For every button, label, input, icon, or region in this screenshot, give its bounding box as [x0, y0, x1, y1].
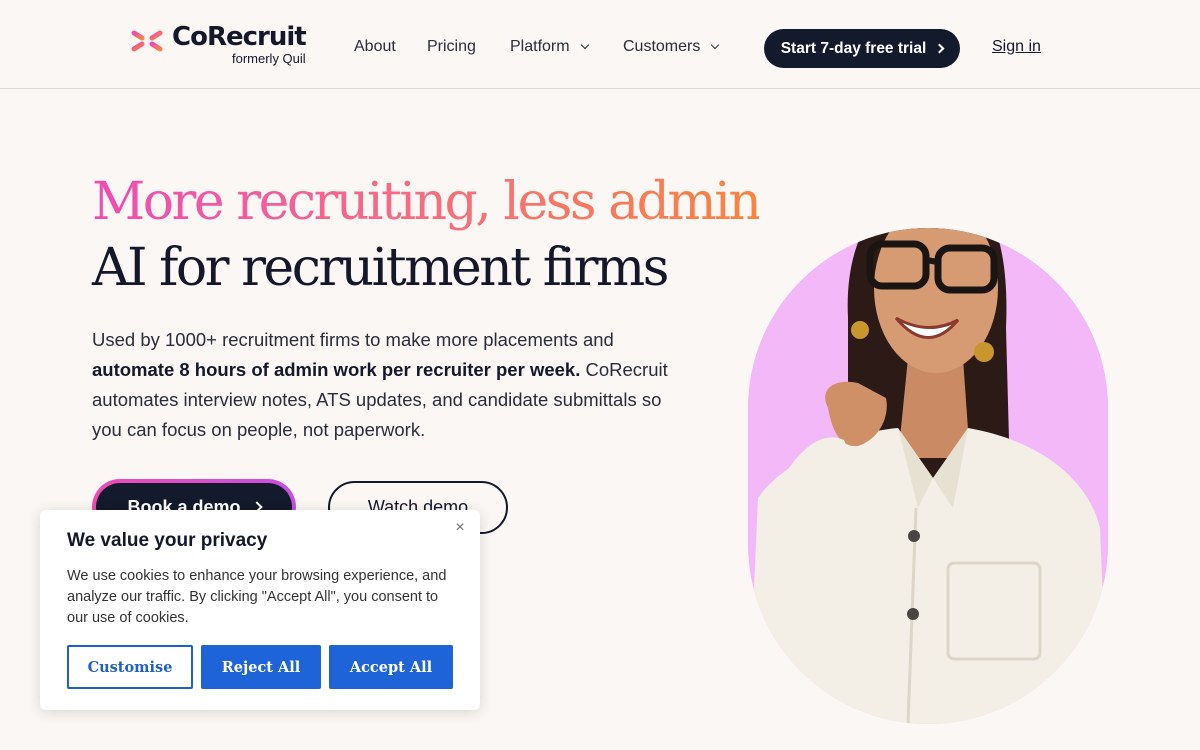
hero-headline: AI for recruitment firms [92, 238, 669, 298]
corecruit-logo[interactable]: CoRecruit formerly Quil [130, 22, 307, 66]
nav-customers[interactable]: Customers [623, 38, 720, 56]
nav-pricing[interactable]: Pricing [427, 38, 476, 56]
nav-platform-label: Platform [510, 38, 570, 55]
hero-headline-gradient: More recruiting, less admin [92, 172, 762, 232]
asterisk-logo-icon [130, 22, 164, 60]
hero-desc-part1: Used by 1000+ recruitment firms to make … [92, 329, 614, 350]
start-trial-label: Start 7-day free trial [780, 39, 927, 57]
nav-platform[interactable]: Platform [510, 38, 589, 56]
nav-customers-label: Customers [623, 38, 701, 55]
chevron-right-icon [934, 43, 945, 54]
nav-about-label: About [354, 38, 396, 55]
nav-pricing-label: Pricing [427, 38, 476, 55]
site-header: CoRecruit formerly Quil About Pricing Pl… [0, 0, 1200, 89]
start-trial-button[interactable]: Start 7-day free trial [764, 29, 960, 68]
hero-portrait-image [748, 178, 1108, 724]
brand-subtitle: formerly Quil [232, 51, 306, 66]
nav-about[interactable]: About [354, 38, 396, 56]
chevron-down-icon [711, 40, 720, 50]
chevron-down-icon [580, 40, 589, 50]
cookie-description: We use cookies to enhance your browsing … [67, 568, 447, 626]
brand-name: CoRecruit [172, 22, 307, 52]
cookie-title: We value your privacy [67, 530, 268, 551]
reject-all-button[interactable]: Reject All [201, 645, 321, 689]
hero-description: Used by 1000+ recruitment firms to make … [92, 325, 677, 445]
sign-in-link[interactable]: Sign in [992, 38, 1041, 56]
accept-all-button[interactable]: Accept All [329, 645, 453, 689]
hero-desc-bold: automate 8 hours of admin work per recru… [92, 359, 581, 380]
cookie-consent-banner: We value your privacy × We use cookies t… [40, 510, 480, 710]
customise-button[interactable]: Customise [67, 645, 193, 689]
close-icon[interactable]: × [452, 520, 468, 536]
